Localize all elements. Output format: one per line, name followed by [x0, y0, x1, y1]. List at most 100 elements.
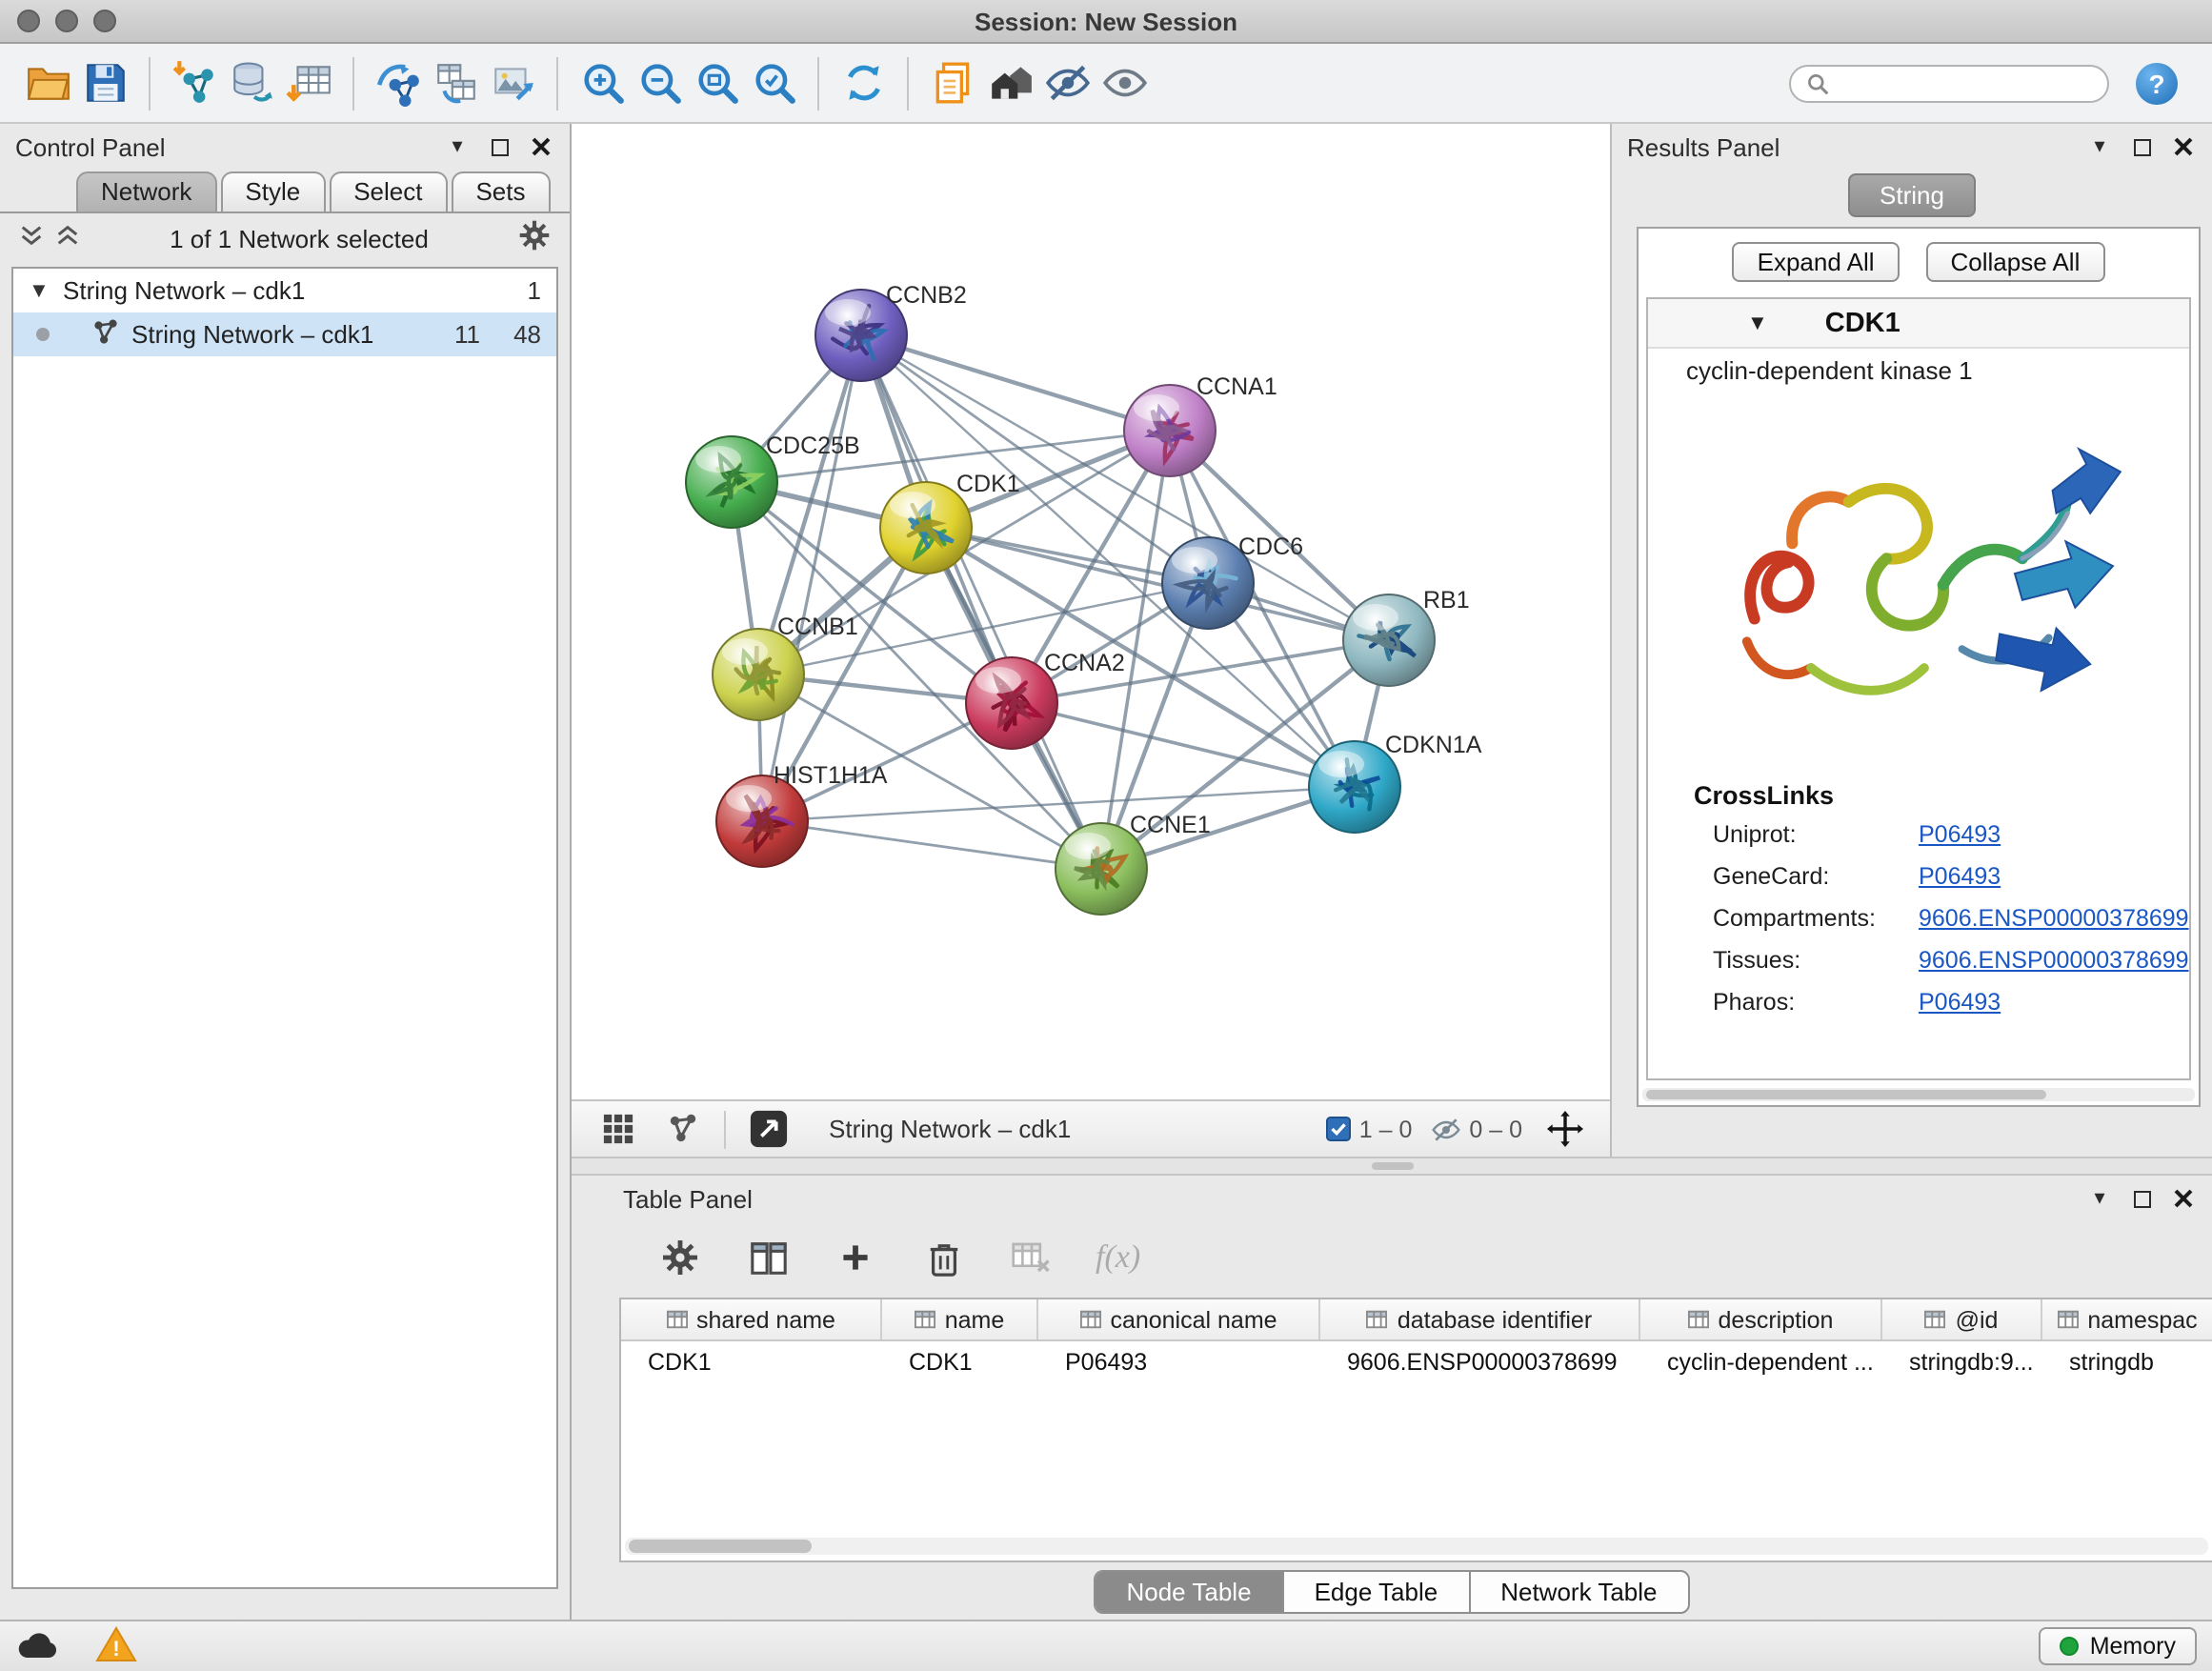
- import-network-from-database-button[interactable]: [223, 54, 280, 111]
- zoom-in-button[interactable]: [573, 54, 631, 111]
- duplicate-document-button[interactable]: [924, 54, 981, 111]
- export-image-button[interactable]: [484, 54, 541, 111]
- column-header-namespac[interactable]: namespac: [2042, 1299, 2212, 1339]
- float-panel-icon[interactable]: ▾: [2086, 133, 2113, 160]
- network-collection-row[interactable]: ▼ String Network – cdk1 1: [13, 269, 556, 312]
- crosslink-link[interactable]: 9606.ENSP00000378699: [1919, 901, 2189, 936]
- memory-button[interactable]: Memory: [2039, 1627, 2197, 1665]
- expander-icon[interactable]: ▼: [29, 279, 51, 302]
- import-table-icon: [285, 59, 332, 107]
- delete-column-trash-icon[interactable]: [920, 1235, 966, 1280]
- network-node-CCNB1[interactable]: [713, 629, 804, 720]
- expand-all-button[interactable]: Expand All: [1733, 241, 1900, 281]
- zoom-fit-button[interactable]: [688, 54, 745, 111]
- open-session-button[interactable]: [19, 54, 76, 111]
- crosslink-link[interactable]: P06493: [1919, 859, 2001, 894]
- table-cell[interactable]: stringdb:9...: [1882, 1341, 2042, 1383]
- close-panel-icon[interactable]: [2170, 1185, 2197, 1212]
- clone-network-button[interactable]: [427, 54, 484, 111]
- crosslink-link[interactable]: P06493: [1919, 817, 2001, 852]
- table-cell[interactable]: P06493: [1038, 1341, 1320, 1383]
- scrollbar-thumb[interactable]: [629, 1540, 812, 1553]
- control-panel-tabs: Network Style Select Sets: [0, 170, 570, 213]
- table-cell[interactable]: 9606.ENSP00000378699: [1320, 1341, 1640, 1383]
- toolbar-separator: [724, 1110, 726, 1148]
- table-cell[interactable]: CDK1: [882, 1341, 1038, 1383]
- table-row[interactable]: CDK1CDK1P064939606.ENSP00000378699cyclin…: [621, 1341, 2212, 1383]
- float-panel-icon[interactable]: ▾: [2086, 1185, 2113, 1212]
- import-network-from-file-button[interactable]: [166, 54, 223, 111]
- show-columns-icon[interactable]: [745, 1235, 791, 1280]
- horizontal-splitter[interactable]: [572, 1157, 2212, 1176]
- table-cell[interactable]: stringdb: [2042, 1341, 2212, 1383]
- tab-node-table[interactable]: Node Table: [1096, 1571, 1281, 1611]
- table-horizontal-scrollbar[interactable]: [625, 1538, 2208, 1555]
- column-header-database-identifier[interactable]: database identifier: [1320, 1299, 1640, 1339]
- gear-icon[interactable]: [518, 219, 551, 257]
- hidden-eye-icon[interactable]: [1431, 1114, 1461, 1144]
- search-icon: [1806, 71, 1829, 94]
- network-row[interactable]: String Network – cdk1 11 48: [13, 312, 556, 356]
- tab-select[interactable]: Select: [329, 171, 447, 211]
- network-edges[interactable]: [732, 335, 1389, 869]
- crosslink-link[interactable]: 9606.ENSP00000378699: [1919, 943, 2189, 977]
- crosslink-link[interactable]: P06493: [1919, 985, 2001, 1019]
- birdseye-view-icon[interactable]: [659, 1106, 705, 1152]
- table-cell[interactable]: cyclin-dependent ...: [1640, 1341, 1882, 1383]
- network-node-HIST1H1A[interactable]: [716, 775, 808, 867]
- node-label-CCNA2: CCNA2: [1044, 650, 1125, 676]
- protein-section-header[interactable]: ▼ CDK1: [1648, 299, 2189, 349]
- table-cell[interactable]: CDK1: [621, 1341, 882, 1383]
- column-header-description[interactable]: description: [1640, 1299, 1882, 1339]
- collapse-section-icon[interactable]: ▼: [1747, 312, 1768, 334]
- search-box[interactable]: [1789, 64, 2109, 102]
- save-session-button[interactable]: [76, 54, 133, 111]
- maximize-panel-icon[interactable]: [486, 133, 513, 160]
- column-header--id[interactable]: @id: [1882, 1299, 2042, 1339]
- maximize-panel-icon[interactable]: [2128, 133, 2155, 160]
- tab-network[interactable]: Network: [76, 171, 216, 211]
- show-panels-button[interactable]: [1096, 54, 1153, 111]
- network-node-RB1[interactable]: [1343, 594, 1435, 686]
- grid-view-icon[interactable]: [594, 1106, 640, 1152]
- results-scrollbar[interactable]: [1642, 1088, 2195, 1101]
- column-header-name[interactable]: name: [882, 1299, 1038, 1339]
- tab-network-table[interactable]: Network Table: [1468, 1571, 1687, 1611]
- hide-panels-button[interactable]: [1038, 54, 1096, 111]
- zoom-out-button[interactable]: [631, 54, 688, 111]
- search-input[interactable]: [1837, 68, 2092, 98]
- expand-all-icon[interactable]: [55, 223, 80, 253]
- import-table-from-file-button[interactable]: [280, 54, 337, 111]
- string-tab[interactable]: String: [1847, 172, 1977, 216]
- home-button[interactable]: [981, 54, 1038, 111]
- tab-edge-table[interactable]: Edge Table: [1282, 1571, 1469, 1611]
- network-node-CDC25B[interactable]: [686, 436, 777, 528]
- network-canvas[interactable]: CCNB2CCNA1CDC25BCDK1CDC6RB1CCNB1CCNA2CDK…: [572, 124, 1610, 1099]
- export-view-icon[interactable]: [745, 1106, 791, 1152]
- close-panel-icon[interactable]: [528, 133, 554, 160]
- add-column-icon[interactable]: [833, 1235, 878, 1280]
- help-button[interactable]: ?: [2136, 62, 2178, 104]
- float-panel-icon[interactable]: ▾: [444, 133, 471, 160]
- new-network-button[interactable]: [370, 54, 427, 111]
- zoom-selected-button[interactable]: [745, 54, 802, 111]
- network-graph[interactable]: CCNB2CCNA1CDC25BCDK1CDC6RB1CCNB1CCNA2CDK…: [572, 124, 1610, 1099]
- warning-icon[interactable]: !: [95, 1624, 137, 1668]
- column-type-icon: [666, 1309, 687, 1330]
- tab-sets[interactable]: Sets: [451, 171, 550, 211]
- table-body: CDK1CDK1P064939606.ENSP00000378699cyclin…: [621, 1341, 2212, 1560]
- network-tree: ▼ String Network – cdk1 1 String Network…: [11, 267, 558, 1589]
- table-settings-gear-icon[interactable]: [657, 1235, 703, 1280]
- close-panel-icon[interactable]: [2170, 133, 2197, 160]
- tab-style[interactable]: Style: [220, 171, 325, 211]
- column-header-shared-name[interactable]: shared name: [621, 1299, 882, 1339]
- selected-checkbox-icon[interactable]: [1327, 1117, 1352, 1141]
- column-header-canonical-name[interactable]: canonical name: [1038, 1299, 1320, 1339]
- cloud-icon[interactable]: [15, 1627, 61, 1665]
- maximize-panel-icon[interactable]: [2128, 1185, 2155, 1212]
- pan-crosshair-icon[interactable]: [1541, 1106, 1587, 1152]
- eye-slash-icon: [1043, 59, 1091, 107]
- refresh-button[interactable]: [835, 54, 892, 111]
- collapse-all-button[interactable]: Collapse All: [1926, 241, 2105, 281]
- collapse-all-icon[interactable]: [19, 223, 44, 253]
